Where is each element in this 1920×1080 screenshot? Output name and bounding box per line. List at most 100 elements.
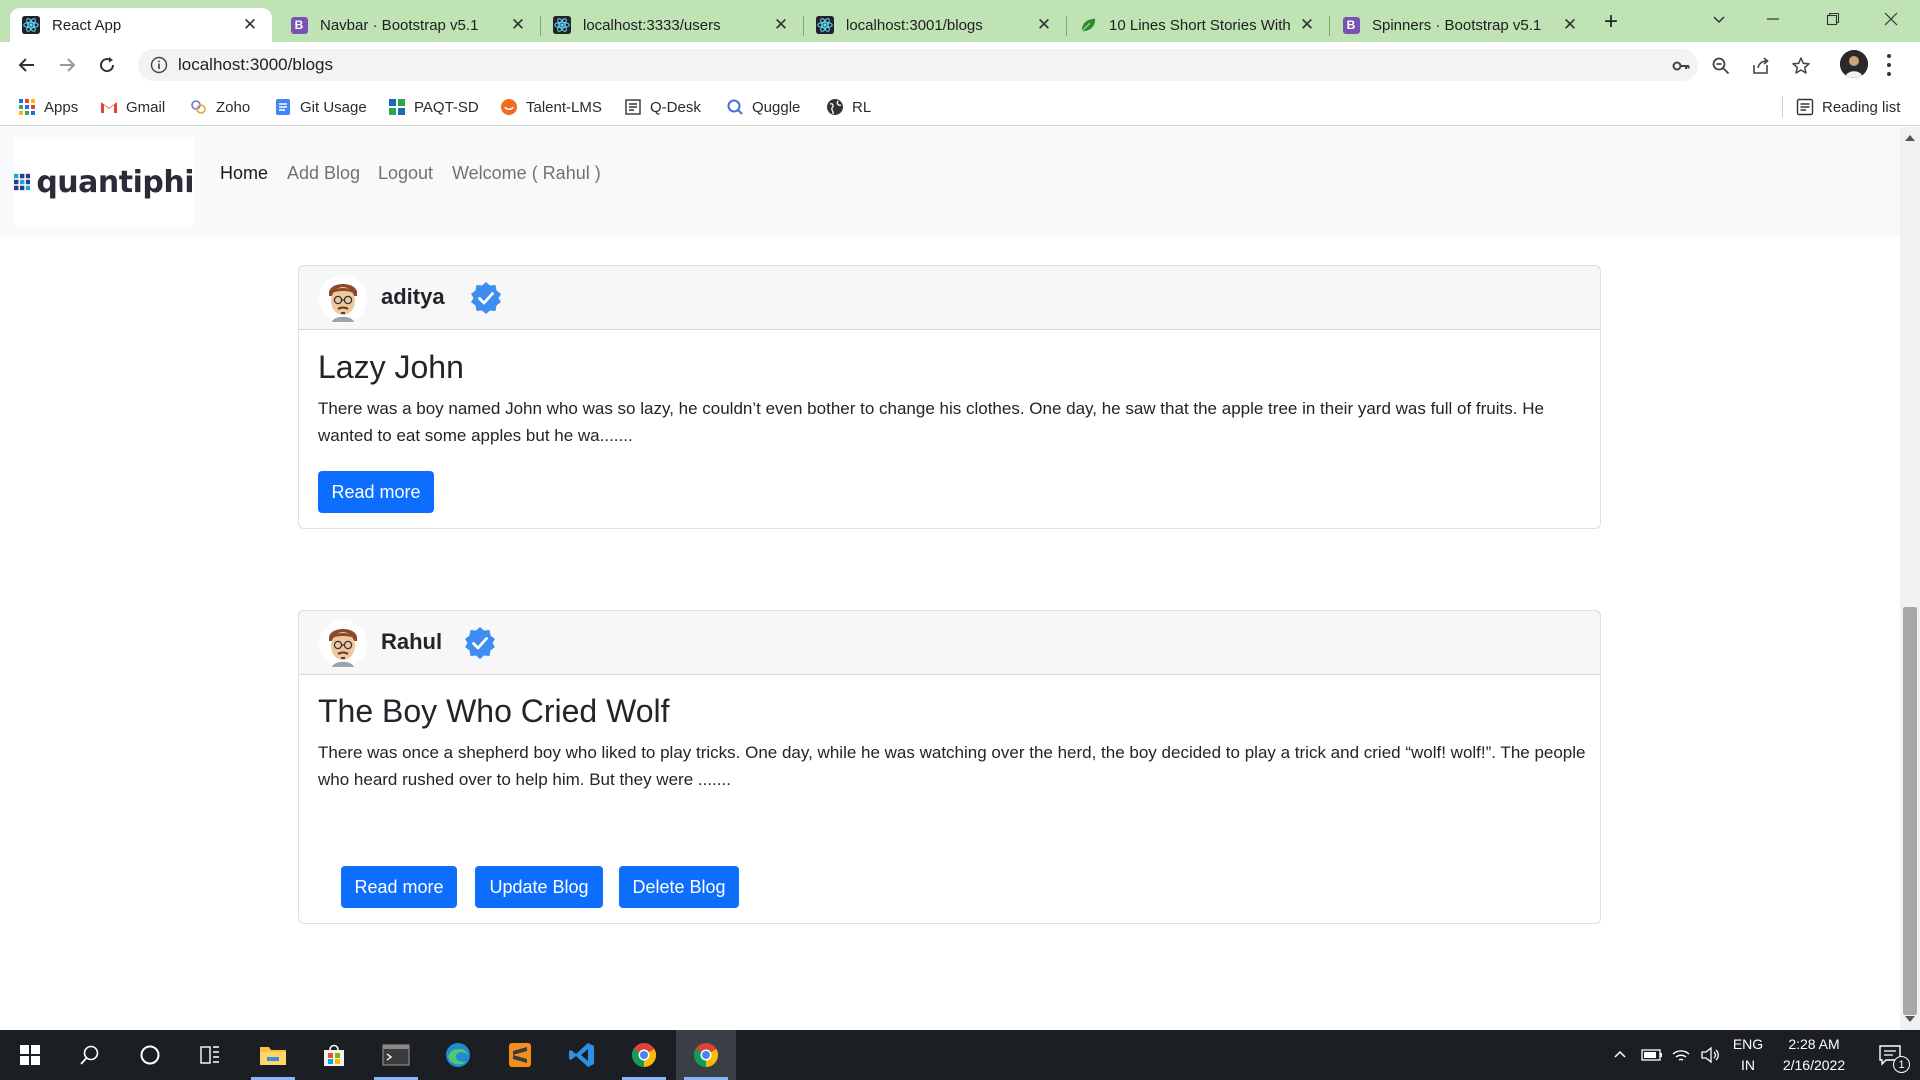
scroll-up-arrow-icon[interactable] (1905, 135, 1915, 141)
grid-icon (388, 98, 406, 116)
close-icon[interactable]: ✕ (771, 15, 791, 35)
star-icon[interactable] (1790, 55, 1812, 77)
react-icon (553, 16, 571, 34)
bookmark-gmail[interactable]: Gmail (100, 96, 165, 118)
input-language[interactable]: ENG (1728, 1036, 1768, 1052)
bookmark-label: Zoho (216, 98, 251, 116)
read-more-button[interactable]: Read more (341, 866, 457, 908)
store-icon (324, 1044, 344, 1066)
read-more-button[interactable]: Read more (318, 471, 434, 513)
clock-time[interactable]: 2:28 AM (1772, 1036, 1856, 1052)
scroll-down-arrow-icon[interactable] (1905, 1016, 1915, 1022)
card-header: aditya (299, 266, 1600, 330)
address-bar[interactable]: localhost:3000/blogs (138, 49, 1810, 81)
close-icon[interactable]: ✕ (240, 15, 260, 35)
tab-navbar-bootstrap[interactable]: B Navbar · Bootstrap v5.1 ✕ (278, 8, 540, 42)
close-icon[interactable]: ✕ (1560, 15, 1580, 35)
close-icon[interactable]: ✕ (1034, 15, 1054, 35)
verified-badge-icon (465, 627, 495, 659)
nav-logout[interactable]: Logout (378, 163, 433, 184)
bookmark-git-usage[interactable]: Git Usage (274, 96, 367, 118)
tab-localhost-3001[interactable]: localhost:3001/blogs ✕ (804, 8, 1066, 42)
post-title: The Boy Who Cried Wolf (318, 693, 670, 729)
restore-button[interactable] (1804, 0, 1862, 38)
update-blog-button[interactable]: Update Blog (475, 866, 603, 908)
bookmarks-bar: Apps Gmail Zoho Git Usage PAQT-SD Talent… (0, 88, 1920, 126)
show-hidden-icons-button[interactable] (1603, 1030, 1637, 1080)
chrome-app-active[interactable] (676, 1030, 736, 1080)
reading-list-button[interactable]: Reading list (1796, 96, 1900, 118)
new-tab-button[interactable]: + (1596, 8, 1626, 36)
tab-short-stories[interactable]: 10 Lines Short Stories With ✕ (1067, 8, 1329, 42)
bookmark-talent-lms[interactable]: Talent-LMS (500, 96, 602, 118)
brand-name: quantiphi (36, 164, 194, 200)
search-icon (80, 1045, 99, 1065)
cortana-button[interactable] (120, 1030, 180, 1080)
app-navbar: quantiphi Home Add Blog Logout Welcome (… (0, 127, 1900, 237)
bootstrap-icon: B (1342, 16, 1360, 34)
edge-app[interactable] (428, 1030, 488, 1080)
bookmark-label: Gmail (126, 98, 166, 116)
chrome-icon (693, 1043, 719, 1067)
react-icon (22, 16, 40, 34)
microsoft-store-app[interactable] (304, 1030, 364, 1080)
notifications-button[interactable]: 1 (1862, 1030, 1918, 1080)
info-icon[interactable] (150, 56, 168, 74)
tab-spinners-bootstrap[interactable]: B Spinners · Bootstrap v5.1 ✕ (1330, 8, 1592, 42)
forward-button[interactable] (52, 50, 82, 80)
brand-logo[interactable]: quantiphi (14, 137, 194, 227)
bookmark-divider (1782, 96, 1783, 118)
back-button[interactable] (12, 50, 42, 80)
tab-react-app[interactable]: React App ✕ (10, 8, 272, 42)
leaf-icon (1079, 16, 1097, 34)
start-button[interactable] (0, 1030, 60, 1080)
bookmark-paqt-sd[interactable]: PAQT-SD (388, 96, 479, 118)
reload-button[interactable] (92, 50, 122, 80)
input-region[interactable]: IN (1728, 1057, 1768, 1073)
tab-search-button[interactable] (1690, 0, 1748, 38)
blog-card: Rahul The Boy Who Cried Wolf There was o… (298, 610, 1601, 924)
bookmark-label: Talent-LMS (526, 98, 602, 116)
task-view-button[interactable] (180, 1030, 240, 1080)
scrollbar-thumb[interactable] (1903, 607, 1917, 1015)
window-close-button[interactable] (1862, 0, 1920, 38)
profile-avatar[interactable] (1840, 50, 1868, 78)
page-scrollbar[interactable] (1900, 127, 1920, 1030)
cortana-icon (140, 1045, 160, 1065)
search-button[interactable] (60, 1030, 120, 1080)
nav-home[interactable]: Home (220, 163, 268, 184)
close-icon[interactable]: ✕ (1297, 15, 1317, 35)
vscode-app[interactable] (552, 1030, 612, 1080)
sublime-text-app[interactable] (490, 1030, 550, 1080)
share-icon[interactable] (1750, 55, 1772, 77)
file-explorer-app[interactable] (243, 1030, 303, 1080)
page-viewport: quantiphi Home Add Blog Logout Welcome (… (0, 127, 1900, 1030)
chrome-app[interactable] (614, 1030, 674, 1080)
bookmark-quggle[interactable]: Quggle (726, 96, 800, 118)
close-icon[interactable]: ✕ (508, 15, 528, 35)
post-excerpt: There was a boy named John who was so la… (318, 399, 1544, 445)
terminal-app[interactable] (366, 1030, 426, 1080)
delete-blog-button[interactable]: Delete Blog (619, 866, 739, 908)
tab-title: Spinners · Bootstrap v5.1 (1372, 16, 1542, 34)
bookmark-apps[interactable]: Apps (18, 96, 78, 118)
tab-title: localhost:3333/users (583, 16, 721, 34)
clock-date[interactable]: 2/16/2022 (1772, 1057, 1856, 1073)
zoom-icon[interactable] (1710, 55, 1732, 77)
chevron-up-icon (1614, 1050, 1626, 1058)
bookmark-rl[interactable]: RL (826, 96, 871, 118)
card-header: Rahul (299, 611, 1600, 675)
volume-button[interactable] (1693, 1030, 1727, 1080)
sublime-icon (509, 1043, 531, 1067)
talent-icon (500, 98, 518, 116)
author-avatar-icon (319, 275, 367, 323)
qdesk-icon (624, 98, 642, 116)
bookmark-q-desk[interactable]: Q-Desk (624, 96, 701, 118)
bookmark-zoho[interactable]: Zoho (190, 96, 250, 118)
nav-add-blog[interactable]: Add Blog (287, 163, 360, 184)
address-url[interactable]: localhost:3000/blogs (178, 55, 333, 75)
tab-localhost-3333[interactable]: localhost:3333/users ✕ (541, 8, 803, 42)
key-icon[interactable] (1670, 55, 1692, 77)
more-menu-icon[interactable] (1884, 52, 1894, 78)
minimize-button[interactable] (1744, 0, 1802, 38)
